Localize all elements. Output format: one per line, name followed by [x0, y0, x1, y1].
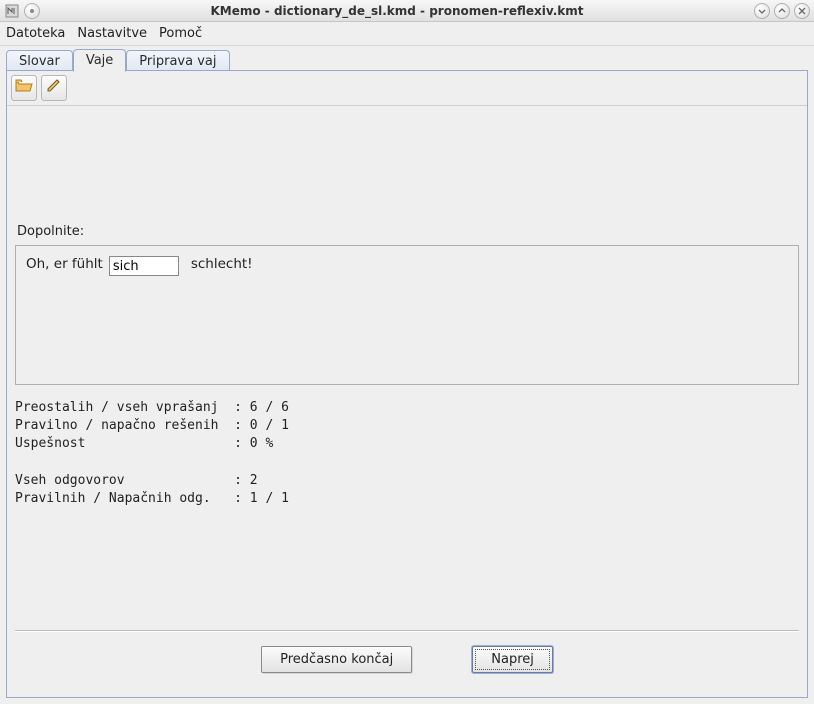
spacer: [15, 114, 799, 224]
tab-exercises[interactable]: Vaje: [73, 49, 126, 72]
sentence-after: schlecht!: [191, 256, 253, 272]
exercise-area: Dopolnite: Oh, er fühlt schlecht! Preost…: [7, 106, 807, 697]
open-folder-icon: [15, 78, 33, 98]
sentence-before: Oh, er fühlt: [26, 256, 103, 272]
tab-underline: [6, 70, 808, 71]
open-button[interactable]: [11, 75, 37, 101]
shade-button[interactable]: [24, 3, 40, 19]
stats-line-total-answers: Vseh odgovorov : 2: [15, 473, 258, 488]
menu-help[interactable]: Pomoč: [159, 26, 202, 41]
pencil-icon: [45, 78, 63, 98]
menu-file[interactable]: Datoteka: [6, 26, 65, 41]
menu-settings[interactable]: Nastavitve: [77, 26, 147, 41]
maximize-button[interactable]: [774, 3, 790, 19]
tab-strip: Slovar Vaje Priprava vaj: [0, 46, 814, 71]
stats-line-success: Uspešnost : 0 %: [15, 436, 273, 451]
titlebar: KMemo - dictionary_de_sl.kmd - pronomen-…: [0, 0, 814, 22]
stats-line-right-wrong: Pravilnih / Napačnih odg. : 1 / 1: [15, 491, 289, 506]
tab-content: Dopolnite: Oh, er fühlt schlecht! Preost…: [6, 71, 808, 698]
next-button[interactable]: Naprej: [472, 646, 553, 673]
minimize-button[interactable]: [754, 3, 770, 19]
tab-dictionary[interactable]: Slovar: [6, 50, 73, 72]
app-icon: [4, 3, 20, 19]
finish-early-button[interactable]: Predčasno končaj: [261, 646, 412, 673]
stats-block: Preostalih / vseh vprašanj : 6 / 6 Pravi…: [15, 399, 799, 508]
button-row: Predčasno končaj Naprej: [15, 632, 799, 689]
app-window: KMemo - dictionary_de_sl.kmd - pronomen-…: [0, 0, 814, 704]
prompt-label: Dopolnite:: [17, 224, 799, 239]
exercise-box: Oh, er fühlt schlecht!: [15, 245, 799, 385]
close-button[interactable]: [794, 3, 810, 19]
window-title: KMemo - dictionary_de_sl.kmd - pronomen-…: [40, 4, 754, 18]
tab-prepare[interactable]: Priprava vaj: [126, 50, 229, 72]
stats-line-remaining: Preostalih / vseh vprašanj : 6 / 6: [15, 400, 289, 415]
menubar: Datoteka Nastavitve Pomoč: [0, 22, 814, 46]
edit-button[interactable]: [41, 75, 67, 101]
answer-input[interactable]: [109, 256, 179, 276]
stats-line-correct: Pravilno / napačno rešenih : 0 / 1: [15, 418, 289, 433]
toolbar: [7, 71, 807, 106]
